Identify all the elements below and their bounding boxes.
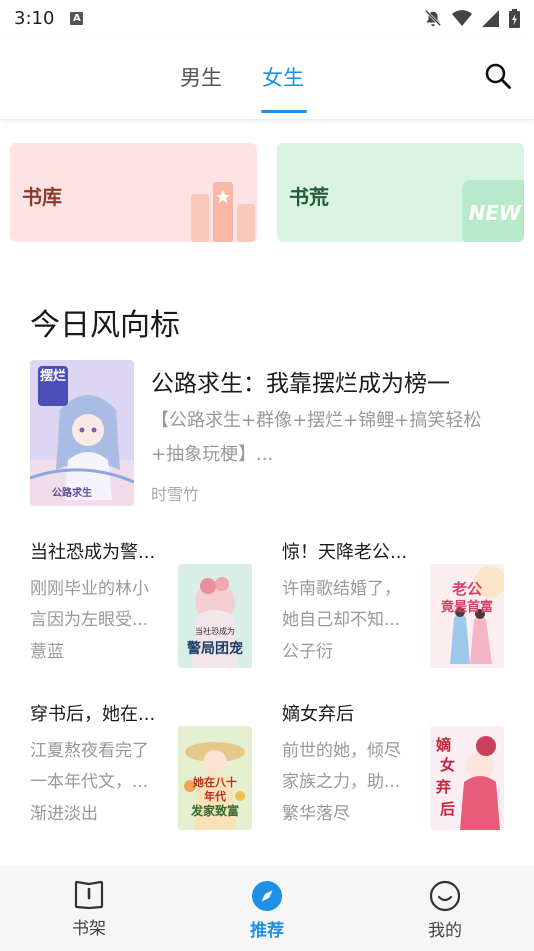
featured-book-description: 【公路求生+群像+摆烂+锦鲤+搞笑轻松+抽象玩梗】... xyxy=(151,410,482,465)
cover-title: 摆烂 xyxy=(40,369,67,384)
book-item[interactable]: 当社恐成为警... 刚刚毕业的林小言因为左眼受... 薏蓝 当社恐成为 警局团宠 xyxy=(30,538,252,668)
book-description: 前世的她，倾尽家族之力，助... xyxy=(282,741,401,792)
bookshelf-icon xyxy=(74,880,104,910)
book-item[interactable]: 穿书后，她在... 江夏熬夜看完了一本年代文，... 渐进淡出 她在八十 年代 … xyxy=(30,700,252,830)
cover-subtitle: 公路求生 xyxy=(52,488,92,499)
book-wilderness-card[interactable]: 书荒 NEW xyxy=(277,143,524,242)
cover-line: 发家致富 xyxy=(190,804,239,818)
search-icon[interactable] xyxy=(484,62,512,90)
tab-male[interactable]: 男生 xyxy=(180,62,222,92)
status-bar: 3:10 A xyxy=(0,0,534,36)
cover-line: 弃 xyxy=(436,778,452,796)
book-cover[interactable]: 嫡 女 弃 后 xyxy=(430,726,504,830)
book-title: 惊！天降老公... xyxy=(282,542,408,563)
book-title: 嫡女弃后 xyxy=(282,704,354,725)
battery-icon xyxy=(509,8,520,28)
status-icons xyxy=(424,8,520,28)
compass-icon xyxy=(252,881,282,911)
bottom-nav: 书架 推荐 我的 xyxy=(0,866,534,951)
book-description: 刚刚毕业的林小言因为左眼受... xyxy=(30,579,149,630)
nav-label: 推荐 xyxy=(250,921,284,941)
book-author: 渐进淡出 xyxy=(30,804,98,824)
active-tab-indicator xyxy=(261,110,307,113)
nav-mine[interactable]: 我的 xyxy=(400,880,490,941)
nav-label: 我的 xyxy=(428,921,462,941)
book-item[interactable]: 惊！天降老公... 许南歌结婚了，她自己却不知... 公子衍 老公 竟是首富 xyxy=(282,538,504,668)
mute-bell-icon xyxy=(424,9,442,27)
cover-line: 嫡 xyxy=(436,736,452,754)
book-cover[interactable]: 她在八十 年代 发家致富 xyxy=(178,726,252,830)
book-cover[interactable]: 当社恐成为 警局团宠 xyxy=(178,564,252,668)
top-tab-bar: 男生 女生 xyxy=(0,36,534,120)
featured-book[interactable]: 摆烂 公路求生 公路求生：我靠摆烂成为榜一 【公路求生+群像+摆烂+锦鲤+搞笑轻… xyxy=(30,360,510,506)
library-card[interactable]: 书库 xyxy=(10,143,257,242)
library-card-label: 书库 xyxy=(22,185,62,209)
book-description: 江夏熬夜看完了一本年代文，... xyxy=(30,741,149,792)
book-title: 当社恐成为警... xyxy=(30,542,156,563)
smiley-icon xyxy=(429,880,461,912)
book-description: 许南歌结婚了，她自己却不知... xyxy=(282,579,401,630)
featured-book-author: 时雪竹 xyxy=(151,485,200,504)
status-time: 3:10 xyxy=(14,7,55,29)
signal-icon xyxy=(482,9,499,27)
nav-label: 书架 xyxy=(72,919,106,939)
book-title: 穿书后，她在... xyxy=(30,704,156,725)
cover-line: 竟是首富 xyxy=(440,600,493,615)
book-cover[interactable]: 老公 竟是首富 xyxy=(430,564,504,668)
cover-line: 女 xyxy=(440,756,456,774)
book-item[interactable]: 嫡女弃后 前世的她，倾尽家族之力，助... 繁华落尽 嫡 女 弃 后 xyxy=(282,700,504,830)
cover-line: 后 xyxy=(440,800,456,818)
nav-recommend[interactable]: 推荐 xyxy=(222,880,312,941)
book-author: 公子衍 xyxy=(282,642,333,662)
cover-line: 当社恐成为 xyxy=(195,627,235,636)
featured-book-title: 公路求生：我靠摆烂成为榜一 xyxy=(151,371,450,397)
new-badge-label: NEW xyxy=(468,201,521,225)
book-cover[interactable]: 摆烂 公路求生 xyxy=(30,360,134,506)
book-wilderness-card-label: 书荒 xyxy=(289,185,329,209)
book-stack-star-icon xyxy=(191,182,255,242)
book-author: 薏蓝 xyxy=(30,642,64,662)
notification-icon: A xyxy=(70,11,84,25)
nav-bookshelf[interactable]: 书架 xyxy=(44,880,134,939)
tab-female[interactable]: 女生 xyxy=(262,62,304,92)
book-author: 繁华落尽 xyxy=(282,804,350,824)
wifi-icon xyxy=(452,10,472,26)
cover-line: 警局团宠 xyxy=(187,641,243,657)
section-title: 今日风向标 xyxy=(30,308,180,343)
